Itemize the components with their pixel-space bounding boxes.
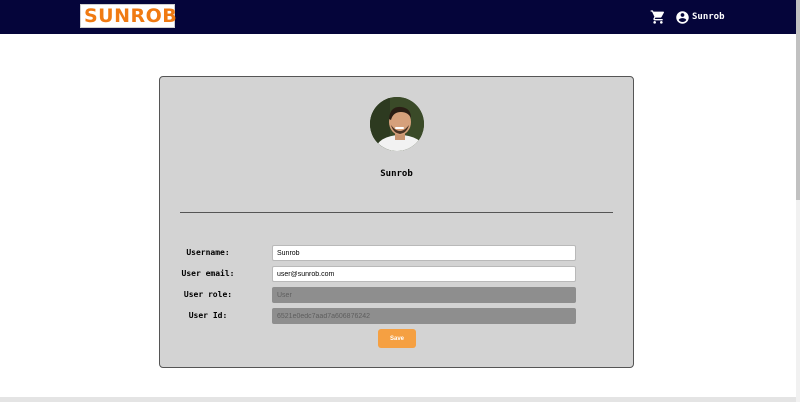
divider [180,212,613,213]
user-email-input[interactable] [272,266,576,282]
user-id-label: User Id: [188,311,228,320]
avatar-photo [370,97,424,151]
user-name: Sunrob [692,12,725,22]
user-id-input [272,308,576,324]
save-button[interactable]: Save [378,329,416,348]
scrollbar-thumb[interactable] [796,0,800,200]
cart-icon[interactable] [650,9,666,25]
profile-name: Sunrob [380,169,413,179]
top-navbar: SUNROB Sunrob [0,0,796,34]
profile-card: Sunrob Username: User email: User role: … [159,76,634,368]
username-input[interactable] [272,245,576,261]
user-role-input [272,287,576,303]
logo-text: SUNROB [84,5,178,27]
page-footer-strip [0,397,796,402]
user-menu-button[interactable]: Sunrob [675,8,725,26]
username-label: Username: [186,248,230,257]
account-circle-icon [676,10,689,24]
user-email-label: User email: [181,269,235,278]
avatar [370,97,424,151]
user-role-label: User role: [183,290,233,299]
brand-logo[interactable]: SUNROB [80,4,178,28]
